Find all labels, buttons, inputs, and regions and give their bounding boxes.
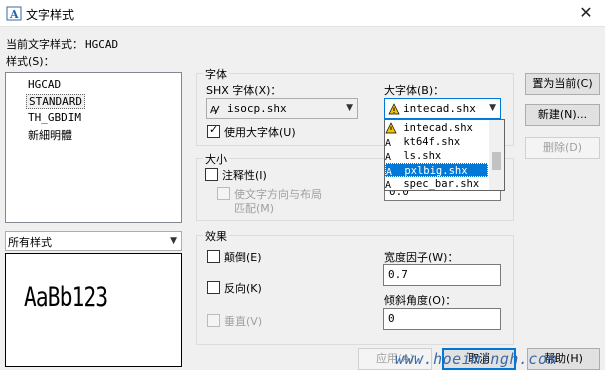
svg-text:A: A	[385, 180, 391, 190]
big-font-select[interactable]: intecad.shx ▼	[384, 98, 501, 119]
chevron-down-icon: ▼	[346, 103, 353, 113]
svg-text:A: A	[210, 105, 217, 115]
shx-font-icon: A	[385, 178, 397, 191]
big-font-option-label: ls.shx	[403, 150, 442, 162]
shx-font-icon: A	[386, 165, 398, 178]
text-style-icon: A	[6, 6, 22, 21]
style-item-standard[interactable]: STANDARD	[26, 94, 85, 109]
style-filter-value: 所有样式	[8, 236, 52, 249]
styles-label: 样式(S)：	[6, 55, 55, 68]
big-font-option[interactable]: A ls.shx	[385, 149, 488, 163]
shx-font-icon: A	[210, 103, 222, 116]
chevron-down-icon: ▼	[489, 103, 496, 113]
annotative-checkbox[interactable]	[205, 168, 218, 181]
oblique-angle-label: 倾斜角度(O)：	[384, 294, 457, 307]
dropdown-scrollbar[interactable]	[489, 120, 504, 190]
shx-font-value: isocp.shx	[227, 102, 287, 115]
use-big-font-label: 使用大字体(U)	[224, 126, 296, 139]
upside-down-checkbox[interactable]	[207, 250, 220, 263]
vertical-label: 垂直(V)	[224, 315, 263, 328]
big-font-option-highlighted[interactable]: A pxlbig.shx	[385, 163, 488, 178]
big-font-option-label: spec_bar.shx	[403, 178, 480, 190]
svg-text:A: A	[385, 152, 391, 162]
current-style-value: HGCAD	[85, 38, 119, 51]
big-font-dropdown[interactable]: intecad.shx A kt64f.shx A ls.shx A pxlbi…	[384, 119, 505, 191]
warning-font-icon	[388, 103, 400, 115]
annotative-label: 注释性(I)	[222, 169, 267, 182]
use-big-font-checkbox[interactable]	[207, 123, 220, 138]
big-font-value: intecad.shx	[403, 102, 476, 115]
font-group-label: 字体	[203, 66, 229, 82]
chevron-down-icon: ▼	[170, 236, 177, 246]
style-item-hgcad[interactable]: HGCAD	[28, 78, 61, 91]
shx-font-label: SHX 字体(X)：	[206, 84, 282, 97]
width-factor-input[interactable]: 0.7	[383, 264, 501, 286]
svg-text:A: A	[386, 167, 392, 177]
big-font-option-label: intecad.shx	[403, 122, 473, 134]
style-filter-select[interactable]: 所有样式 ▼	[5, 231, 182, 251]
new-style-button[interactable]: 新建(N)...	[525, 104, 600, 126]
big-font-option[interactable]: A kt64f.shx	[385, 135, 488, 149]
big-font-option-label: pxlbig.shx	[404, 165, 468, 177]
set-current-button[interactable]: 置为当前(C)	[525, 73, 600, 95]
styles-list[interactable]: HGCAD STANDARD TH_GBDIM 新細明體	[5, 72, 182, 223]
style-item-pmingliu[interactable]: 新細明體	[28, 127, 72, 143]
watermark: www.hoeimingh.com	[395, 350, 558, 368]
backwards-checkbox[interactable]	[207, 281, 220, 294]
delete-style-button[interactable]: 删除(D)	[525, 137, 600, 159]
vertical-checkbox[interactable]	[207, 314, 220, 327]
current-style-label: 当前文字样式： HGCAD	[6, 36, 118, 52]
close-icon[interactable]: ✕	[572, 3, 600, 23]
warning-font-icon	[385, 122, 397, 134]
big-font-label: 大字体(B)：	[384, 84, 445, 97]
svg-text:A: A	[385, 138, 391, 148]
svg-text:A: A	[9, 8, 19, 21]
style-preview: AaBb123	[5, 253, 182, 367]
shx-font-icon: A	[385, 150, 397, 163]
current-style-caption: 当前文字样式：	[6, 38, 83, 51]
shx-font-select[interactable]: A isocp.shx ▼	[206, 98, 358, 119]
big-font-option-label: kt64f.shx	[403, 136, 461, 148]
scrollbar-thumb[interactable]	[492, 152, 501, 170]
effects-group-label: 效果	[203, 228, 229, 244]
upside-down-label: 颠倒(E)	[224, 251, 262, 264]
size-group-label: 大小	[203, 151, 229, 167]
big-font-option[interactable]: intecad.shx	[385, 121, 488, 135]
oblique-angle-input[interactable]: 0	[383, 308, 501, 330]
preview-text: AaBb123	[24, 282, 108, 313]
match-orientation-checkbox[interactable]	[217, 187, 230, 200]
width-factor-label: 宽度因子(W)：	[384, 251, 459, 264]
match-orientation-label-2: 匹配(M)	[234, 202, 275, 215]
window-title: 文字样式	[26, 8, 75, 22]
backwards-label: 反向(K)	[224, 282, 262, 295]
big-font-option[interactable]: A spec_bar.shx	[385, 177, 488, 191]
shx-font-icon: A	[385, 136, 397, 149]
style-item-th-gbdim[interactable]: TH_GBDIM	[28, 111, 81, 124]
title-bar: A 文字样式 ✕	[0, 0, 605, 27]
